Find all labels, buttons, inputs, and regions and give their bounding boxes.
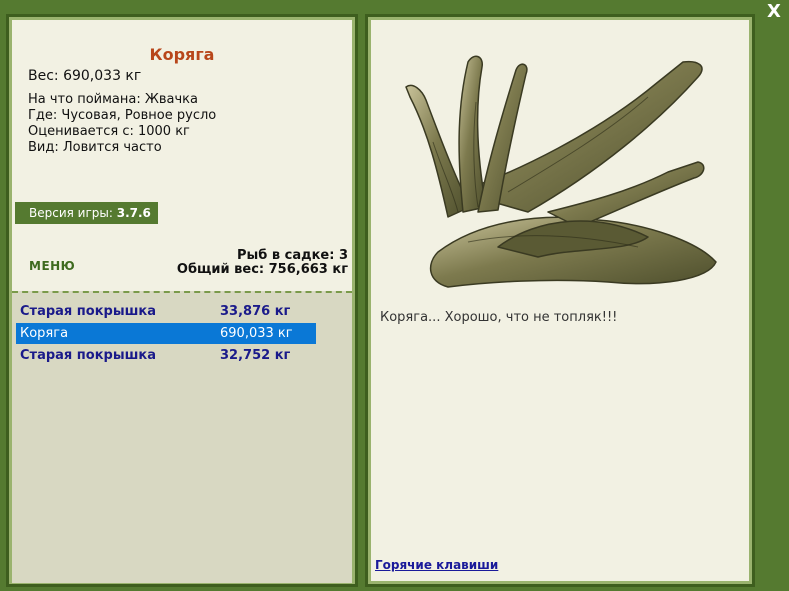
catch-weight: 32,752 кг [220,348,291,363]
catch-weight: 33,876 кг [220,304,291,319]
fish-title: Коряга [149,45,215,64]
menu-button[interactable]: МЕНЮ [29,259,75,273]
close-button[interactable]: X [764,2,784,22]
rarity-line: Вид: Ловится часто [28,140,162,155]
catch-name: Коряга [20,326,69,341]
list-item-selected[interactable]: Коряга 690,033 кг [16,323,316,344]
valued-from-line: Оценивается с: 1000 кг [28,124,190,139]
catch-list: Старая покрышка 33,876 кг Коряга 690,033… [12,291,352,583]
caught-on-line: На что поймана: Жвачка [28,92,198,107]
snag-image [405,55,717,288]
catch-name: Старая покрышка [20,348,156,363]
fish-image-panel: Коряга... Хорошо, что не топляк!!! Горяч… [365,14,755,587]
list-item[interactable]: Старая покрышка 32,752 кг [16,345,316,366]
location-line: Где: Чусовая, Ровное русло [28,108,217,123]
list-item[interactable]: Старая покрышка 33,876 кг [16,301,316,322]
version-label: Версия игры: [29,206,113,220]
version-value: 3.7.6 [116,206,151,220]
fish-description: Коряга... Хорошо, что не топляк!!! [380,310,618,325]
keep-total-weight: Общий вес: 756,663 кг [176,262,348,277]
catch-weight: 690,033 кг [220,326,293,341]
catch-name: Старая покрышка [20,304,156,319]
keep-count: Рыб в садке: 3 [236,248,348,263]
keep-stats: Рыб в садке: 3 Общий вес: 756,663 кг [177,249,348,277]
fish-details: На что поймана: Жвачка Где: Чусовая, Ров… [28,92,216,156]
fish-weight: Вес: 690,033 кг [28,68,142,84]
fish-info-panel: Коряга Вес: 690,033 кг На что поймана: Ж… [6,14,358,587]
hotkeys-link[interactable]: Горячие клавиши [375,558,498,572]
version-bar: Версия игры: 3.7.6 [15,202,158,224]
